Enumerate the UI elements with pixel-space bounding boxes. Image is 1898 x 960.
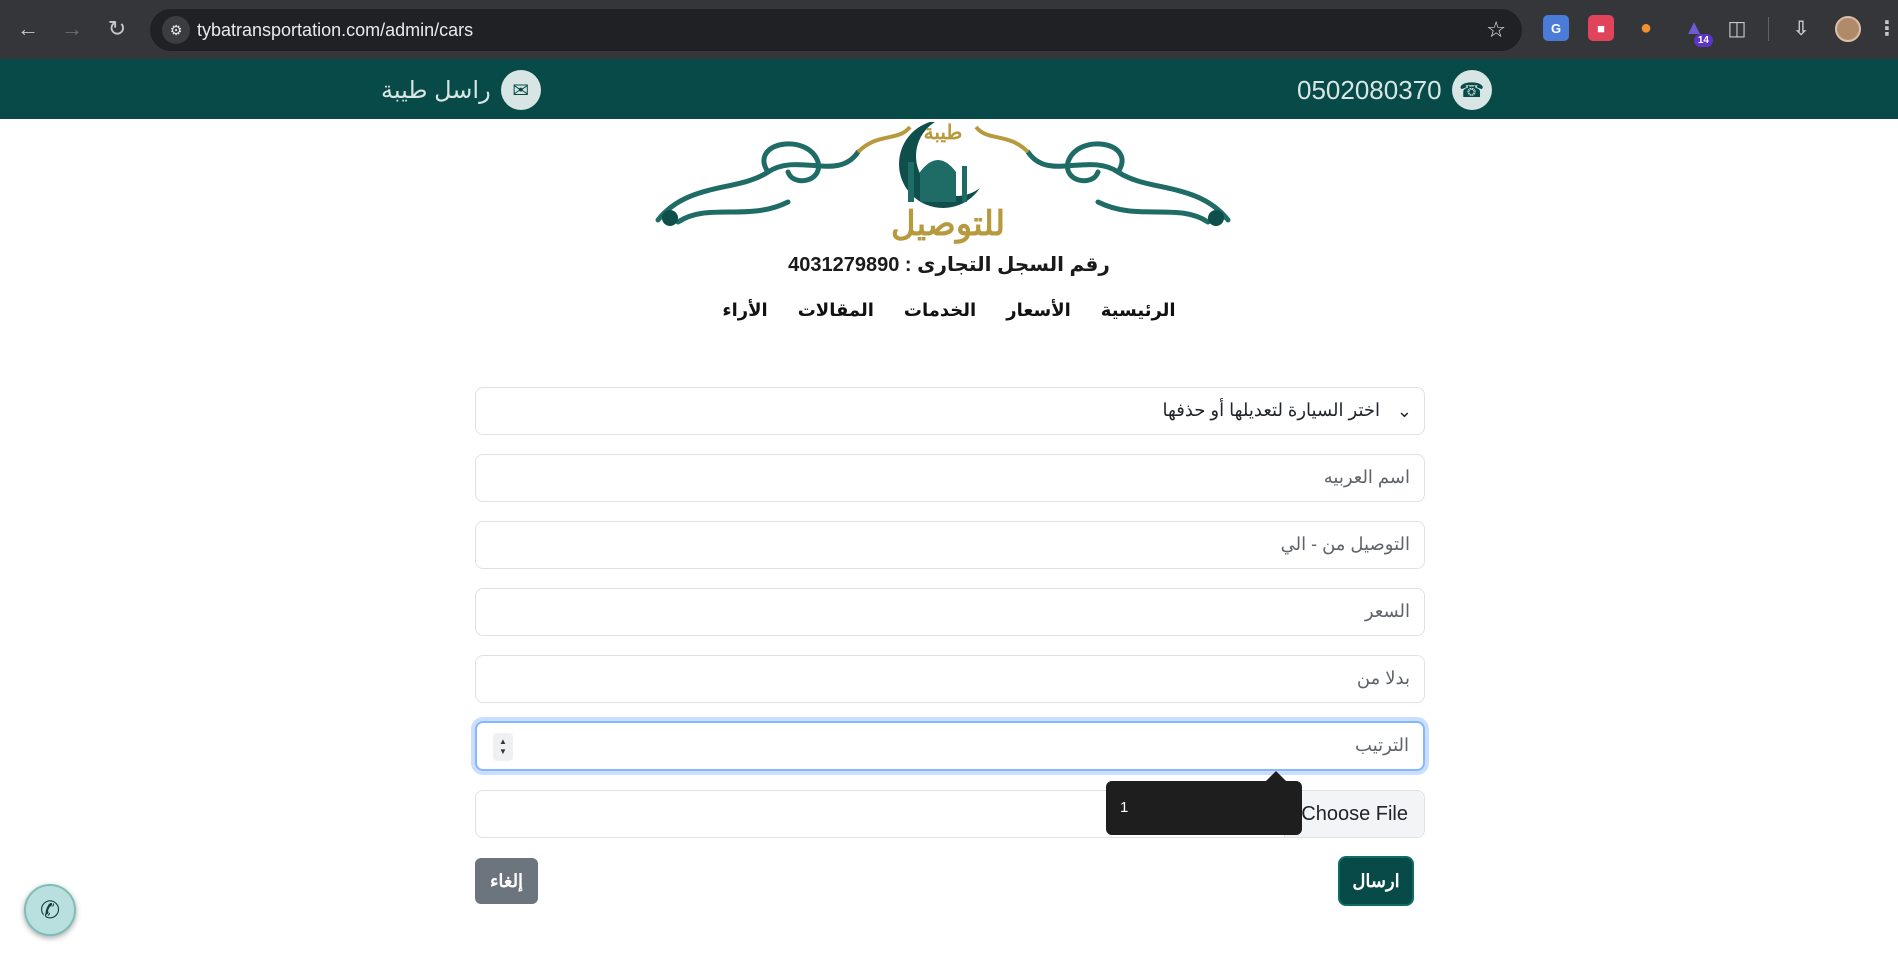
registration-number: رقم السجل التجارى : 4031279890 bbox=[788, 254, 1110, 276]
contact-bar: 0502080370 ☎ راسل طيبة ✉ bbox=[0, 59, 1898, 119]
number-spinner[interactable]: ▲ ▼ bbox=[493, 733, 513, 761]
forward-icon[interactable]: → bbox=[56, 13, 88, 45]
submit-button[interactable]: ارسال bbox=[1340, 858, 1412, 904]
order-input[interactable] bbox=[509, 735, 1409, 756]
translate-extension-icon[interactable]: G bbox=[1543, 15, 1569, 41]
logo-text: للتوصيل bbox=[890, 204, 1006, 244]
site-logo[interactable]: للتوصيل طيبة bbox=[648, 116, 1238, 244]
car-select[interactable]: ⌄ اختر السيارة لتعديلها أو حذفها bbox=[475, 387, 1425, 435]
contact-link[interactable]: راسل طيبة bbox=[381, 76, 491, 105]
menu-kebab-icon[interactable]: ⋮ bbox=[1877, 15, 1897, 41]
mail-contact[interactable]: راسل طيبة ✉ bbox=[381, 70, 541, 110]
extension-badge: 14 bbox=[1693, 34, 1713, 47]
browser-toolbar: ← → ↻ ⚙ tybatransportation.com/admin/car… bbox=[0, 0, 1898, 59]
url-text[interactable]: tybatransportation.com/admin/cars bbox=[197, 20, 473, 41]
choose-file-button[interactable]: Choose File bbox=[1284, 791, 1424, 837]
whatsapp-icon[interactable]: ✆ bbox=[24, 884, 76, 936]
instead-of-field[interactable] bbox=[475, 655, 1425, 703]
menu-item-reviews[interactable]: الأراء bbox=[722, 300, 767, 321]
reload-icon[interactable]: ↻ bbox=[101, 13, 133, 45]
main-menu: الرئيسية الأسعار الخدمات المقالات الأراء bbox=[0, 300, 1898, 321]
menu-item-home[interactable]: الرئيسية bbox=[1101, 300, 1176, 321]
back-icon[interactable]: ← bbox=[12, 13, 44, 45]
hat-extension-icon[interactable]: ▲ 14 bbox=[1681, 15, 1713, 47]
validation-tooltip: 1 bbox=[1106, 771, 1302, 835]
animal-extension-icon[interactable]: ● bbox=[1633, 15, 1659, 41]
instead-of-input[interactable] bbox=[510, 668, 1410, 689]
extensions-puzzle-icon[interactable]: ◫ bbox=[1724, 15, 1750, 41]
phone-number[interactable]: 0502080370 bbox=[1297, 75, 1442, 106]
envelope-icon[interactable]: ✉ bbox=[500, 70, 541, 110]
car-name-input[interactable] bbox=[510, 467, 1410, 488]
chevron-down-icon: ⌄ bbox=[1396, 401, 1412, 421]
profile-avatar[interactable] bbox=[1835, 16, 1861, 42]
car-name-field[interactable] bbox=[475, 454, 1425, 502]
order-field[interactable]: ▲▼ bbox=[475, 721, 1425, 771]
bookmark-star-icon[interactable]: ☆ bbox=[1486, 17, 1506, 43]
download-icon[interactable]: ⇩ bbox=[1788, 15, 1814, 41]
address-bar[interactable]: ⚙ tybatransportation.com/admin/cars ☆ bbox=[150, 9, 1522, 51]
route-field[interactable] bbox=[475, 521, 1425, 569]
menu-item-services[interactable]: الخدمات bbox=[904, 300, 976, 321]
logo-top-text: طيبة bbox=[923, 120, 963, 144]
price-field[interactable] bbox=[475, 588, 1425, 636]
calendar-extension-icon[interactable]: ■ bbox=[1588, 15, 1614, 41]
phone-icon[interactable]: ☎ bbox=[1451, 70, 1492, 110]
toolbar-divider bbox=[1768, 17, 1769, 41]
car-select-text: اختر السيارة لتعديلها أو حذفها bbox=[1162, 400, 1380, 420]
spin-down-icon[interactable]: ▼ bbox=[499, 747, 507, 757]
price-input[interactable] bbox=[510, 601, 1410, 622]
cancel-button[interactable]: إلغاء bbox=[475, 858, 538, 904]
spin-up-icon[interactable]: ▲ bbox=[499, 737, 507, 747]
phone-contact[interactable]: 0502080370 ☎ bbox=[1297, 70, 1492, 110]
route-input[interactable] bbox=[510, 534, 1410, 555]
tooltip-text: 1 bbox=[1120, 799, 1129, 816]
menu-item-articles[interactable]: المقالات bbox=[798, 300, 874, 321]
site-info-icon[interactable]: ⚙ bbox=[162, 16, 190, 44]
menu-item-prices[interactable]: الأسعار bbox=[1006, 300, 1071, 321]
